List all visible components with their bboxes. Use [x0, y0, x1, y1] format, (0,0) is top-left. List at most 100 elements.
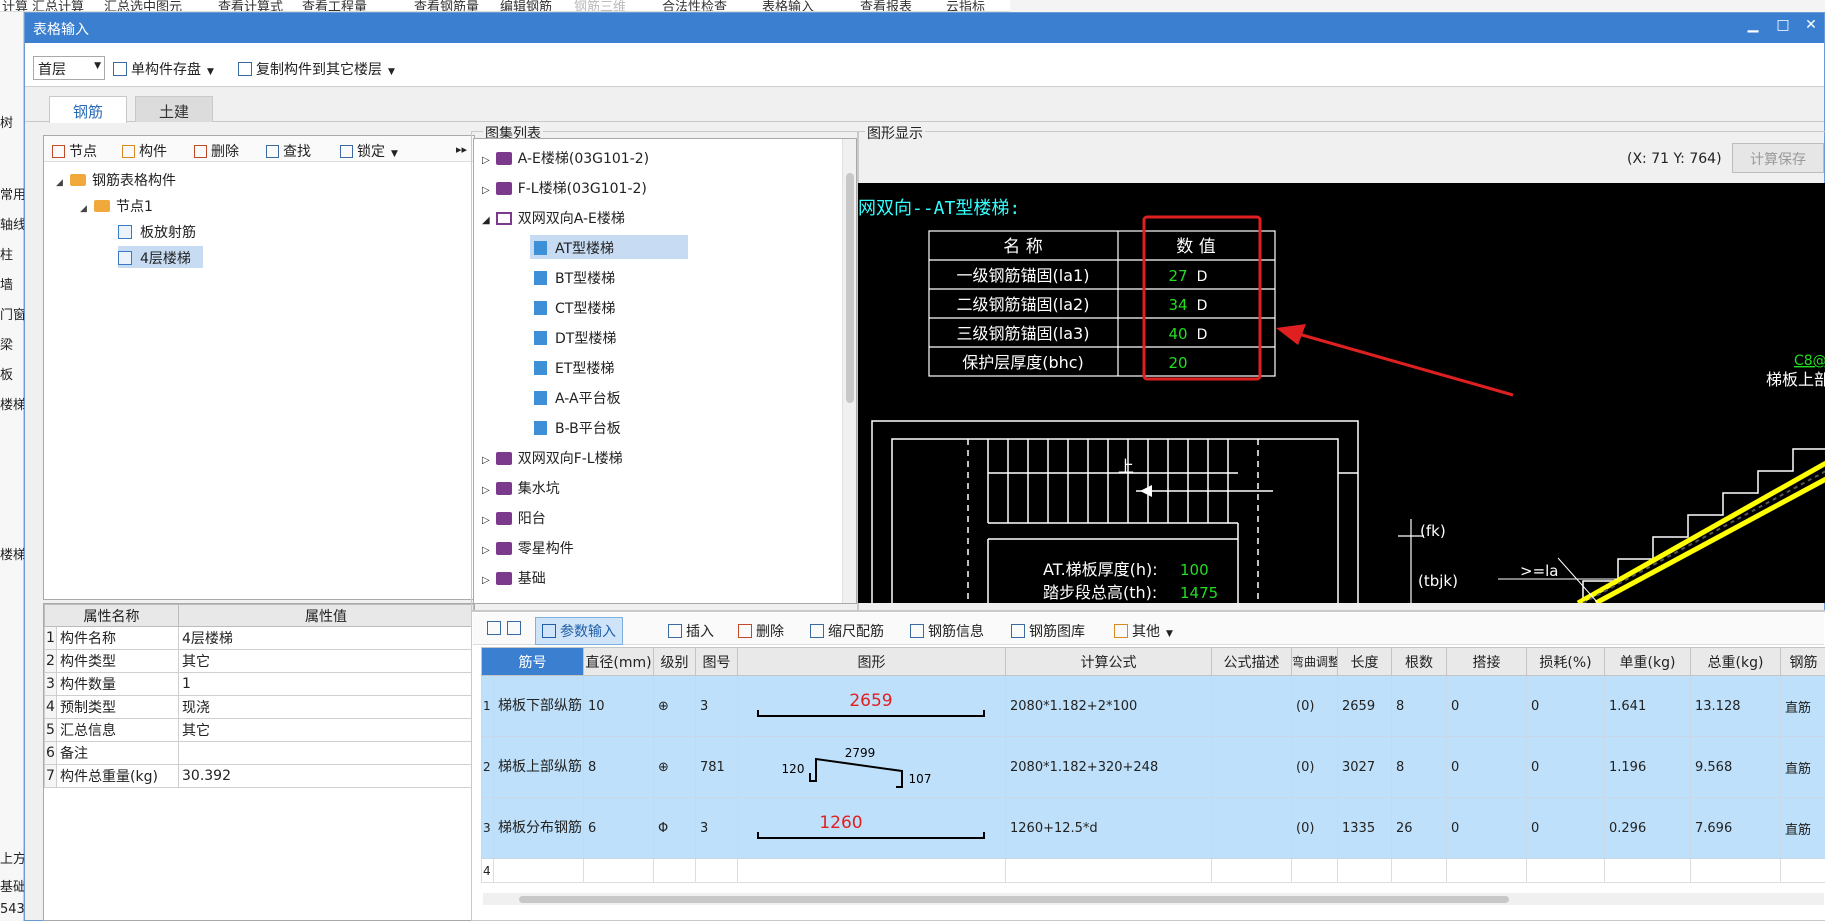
tree-delete-button[interactable]: 删除 [194, 141, 239, 161]
bar-grade[interactable]: ⊕ [653, 675, 696, 737]
collapsed-icon[interactable]: ▷ [482, 515, 490, 526]
bar-formula[interactable]: 2080*1.182+2*100 [1005, 675, 1212, 737]
tree-item-radial-rebar[interactable]: 板放射筋 [118, 220, 196, 242]
property-row[interactable]: 6 备注 [44, 741, 474, 765]
collapsed-icon[interactable]: ▷ [482, 155, 490, 166]
atlas-item[interactable]: ◢ 双网双向A-E楼梯 [482, 205, 625, 229]
property-value[interactable]: 30.392 [178, 764, 474, 788]
scrollbar-thumb[interactable] [519, 896, 1509, 903]
empty-cell[interactable] [493, 858, 584, 883]
bg-sidebar-label[interactable]: 柱 [0, 244, 24, 263]
collapsed-icon[interactable]: ▷ [482, 455, 490, 466]
bar-figure-no[interactable]: 3 [695, 797, 738, 859]
property-value[interactable]: 1 [178, 672, 474, 696]
atlas-item[interactable]: BT型楼梯 [534, 265, 615, 289]
bg-sidebar-label[interactable]: 轴线 [0, 214, 24, 233]
move-down-button[interactable] [507, 621, 525, 636]
rebar-delete-button[interactable]: 删除 [738, 621, 784, 641]
bar-formula-desc[interactable] [1211, 736, 1292, 798]
shape-length[interactable]: 1260 [819, 813, 862, 833]
bar-type[interactable]: 直筋 [1780, 675, 1825, 737]
bar-name[interactable]: 梯板下部纵筋 [493, 675, 584, 737]
bar-figure-no[interactable]: 3 [695, 675, 738, 737]
bg-sidebar-label[interactable]: 树 [0, 112, 24, 131]
atlas-item[interactable]: ▷ 基础 [482, 565, 546, 589]
bg-sidebar-label[interactable]: 常用 [0, 184, 24, 203]
empty-cell[interactable] [1211, 858, 1292, 883]
col-lap[interactable]: 搭接 [1446, 647, 1527, 676]
expanded-icon[interactable]: ◢ [80, 204, 94, 214]
col-grade[interactable]: 级别 [653, 647, 696, 676]
col-diameter[interactable]: 直径(mm) [583, 647, 654, 676]
param-value[interactable]: 27 [1168, 267, 1187, 285]
empty-cell[interactable] [695, 858, 738, 883]
bar-lap[interactable]: 0 [1446, 675, 1527, 737]
tab-civil[interactable]: 土建 [135, 96, 213, 122]
bar-formula[interactable]: 1260+12.5*d [1005, 797, 1212, 859]
empty-cell[interactable] [653, 858, 696, 883]
bar-diameter[interactable]: 10 [583, 675, 654, 737]
calc-save-button[interactable]: 计算保存 [1732, 143, 1824, 173]
bar-total-weight[interactable]: 7.696 [1690, 797, 1781, 859]
col-length[interactable]: 长度 [1337, 647, 1392, 676]
col-loss[interactable]: 损耗(%) [1526, 647, 1605, 676]
rebar-table-hscrollbar[interactable] [483, 893, 1824, 905]
bg-sidebar-label[interactable]: 门窗 [0, 304, 24, 323]
property-value[interactable] [178, 741, 474, 765]
bar-length[interactable]: 2659 [1337, 675, 1392, 737]
bar-length[interactable]: 1335 [1337, 797, 1392, 859]
col-formula-desc[interactable]: 公式描述 [1211, 647, 1292, 676]
rebar-info-button[interactable]: 钢筋信息 [910, 621, 984, 641]
col-formula[interactable]: 计算公式 [1005, 647, 1212, 676]
bar-formula-desc[interactable] [1211, 797, 1292, 859]
property-value[interactable]: 现浇 [178, 695, 474, 719]
table-row[interactable]: 3 梯板分布钢筋 6 Φ 3 1260 1260+12.5*d (0) 1335… [481, 797, 1825, 859]
collapsed-icon[interactable]: ▷ [482, 185, 490, 196]
shape-length[interactable]: 2659 [849, 691, 892, 711]
bg-menu-item[interactable]: 合法性检查 [662, 0, 727, 11]
bar-total-weight[interactable]: 9.568 [1690, 736, 1781, 798]
table-row-empty[interactable]: 4 [481, 858, 1825, 883]
property-row[interactable]: 3 构件数量 1 [44, 672, 474, 696]
more-icon[interactable]: ▸▸ [456, 143, 467, 156]
bar-grade[interactable]: ⊕ [653, 736, 696, 798]
bg-menu-item[interactable]: 计算 [2, 0, 28, 11]
bg-menu-item[interactable]: 查看工程量 [302, 0, 367, 11]
atlas-item[interactable]: ▷ 集水坑 [482, 475, 560, 499]
rebar-library-button[interactable]: 钢筋图库 [1011, 621, 1085, 641]
col-bar-no[interactable]: 筋号 [481, 647, 584, 676]
tree-node[interactable]: ◢ 节点1 [80, 194, 153, 216]
bar-formula-desc[interactable] [1211, 675, 1292, 737]
copy-to-floor-button[interactable]: 复制构件到其它楼层 ▼ [238, 59, 395, 79]
property-value[interactable]: 其它 [178, 649, 474, 673]
empty-cell[interactable] [1005, 858, 1212, 883]
lock-button[interactable]: 锁定 ▼ [340, 141, 398, 161]
bg-menu-item[interactable]: 汇总计算 [32, 0, 84, 11]
shape-left-length[interactable]: 120 [782, 762, 805, 776]
collapsed-icon[interactable]: ▷ [482, 575, 490, 586]
empty-cell[interactable] [1291, 858, 1338, 883]
scrollbar-thumb[interactable] [846, 173, 854, 403]
bg-sidebar-label[interactable]: 楼梯 [0, 544, 24, 563]
bar-unit-weight[interactable]: 0.296 [1604, 797, 1691, 859]
bar-name[interactable]: 梯板上部纵筋 [493, 736, 584, 798]
floor-select[interactable]: 首层 ▼ [33, 56, 105, 80]
empty-cell[interactable] [1780, 858, 1825, 883]
save-single-component-button[interactable]: 单构件存盘 ▼ [113, 59, 214, 79]
bg-menu-item[interactable]: 查看计算式 [218, 0, 283, 11]
bar-type[interactable]: 直筋 [1780, 797, 1825, 859]
shape-right-length[interactable]: 107 [909, 772, 932, 786]
bg-sidebar-label[interactable]: 基础 [0, 876, 24, 895]
thickness-value[interactable]: 100 [1180, 561, 1209, 579]
bg-sidebar-label[interactable]: 板 [0, 364, 24, 383]
col-shape[interactable]: 图形 [737, 647, 1006, 676]
add-component-button[interactable]: 构件 [122, 141, 167, 161]
height-value[interactable]: 1475 [1180, 584, 1218, 602]
col-bend-adjust[interactable]: 弯曲调整 [1291, 647, 1338, 676]
bar-shape-cell[interactable]: 2799 120 107 [737, 736, 1006, 798]
tab-rebar[interactable]: 钢筋 [49, 96, 127, 123]
maximize-button[interactable]: □ [1770, 17, 1796, 33]
bar-type[interactable]: 直筋 [1780, 736, 1825, 798]
bg-menu-item[interactable]: 查看报表 [860, 0, 912, 11]
scaled-rebar-button[interactable]: 缩尺配筋 [810, 621, 884, 641]
